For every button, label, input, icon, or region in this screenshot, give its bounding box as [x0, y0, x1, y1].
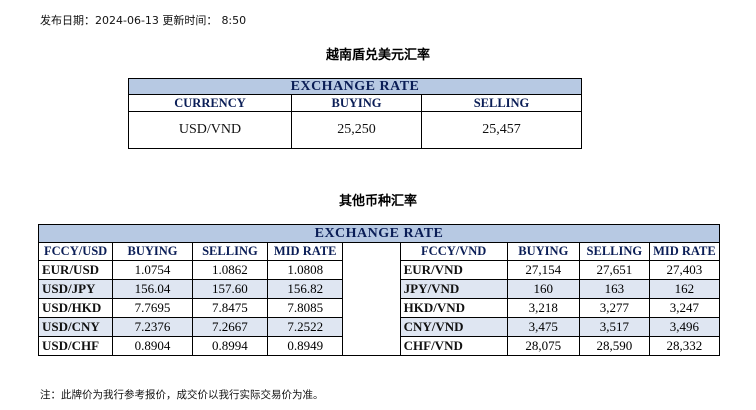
- column-header-currency: CURRENCY: [128, 94, 292, 112]
- currency-cell: USD/VND: [128, 111, 292, 149]
- column-header-mid-rate: MID RATE: [648, 242, 721, 261]
- column-header-mid-rate: MID RATE: [267, 242, 344, 261]
- spacer-cell: [342, 317, 401, 337]
- pair-cell: USD/JPY: [37, 279, 114, 299]
- buying-cell: 27,154: [506, 260, 580, 280]
- buying-cell: 3,475: [506, 317, 580, 337]
- vnd-rate-table: EXCHANGE RATE CURRENCY BUYING SELLING US…: [127, 78, 583, 149]
- table-row: USD/CHF 0.8904 0.8994 0.8949 CHF/VND 28,…: [37, 336, 721, 356]
- column-header-buying: BUYING: [291, 94, 422, 112]
- pair-cell: USD/HKD: [37, 298, 114, 318]
- buying-cell: 0.8904: [112, 336, 193, 356]
- pair-cell: EUR/VND: [399, 260, 508, 280]
- disclaimer-note: 注：此牌价为我行参考报价，成交价以我行实际交易价为准。: [40, 389, 324, 401]
- buying-cell: 28,075: [506, 336, 580, 356]
- selling-cell: 27,651: [578, 260, 650, 280]
- pair-cell: JPY/VND: [399, 279, 508, 299]
- column-header-selling: SELLING: [578, 242, 650, 261]
- spacer-cell: [342, 298, 401, 318]
- publish-info: 发布日期：2024-06-13 更新时间： 8:50: [40, 12, 246, 28]
- mid-rate-cell: 3,496: [648, 317, 721, 337]
- buying-cell: 160: [506, 279, 580, 299]
- selling-cell: 0.8994: [191, 336, 269, 356]
- spacer-cell: [342, 336, 401, 356]
- pair-cell: CHF/VND: [399, 336, 508, 356]
- mid-rate-cell: 27,403: [648, 260, 721, 280]
- selling-cell: 3,517: [578, 317, 650, 337]
- selling-cell: 25,457: [420, 111, 583, 149]
- pair-cell: USD/CHF: [37, 336, 114, 356]
- column-header-fccy-vnd: FCCY/VND: [399, 242, 508, 261]
- selling-cell: 28,590: [578, 336, 650, 356]
- table-row: USD/JPY 156.04 157.60 156.82 JPY/VND 160…: [37, 279, 721, 299]
- table-title: EXCHANGE RATE: [38, 224, 720, 243]
- mid-rate-cell: 7.2522: [267, 317, 344, 337]
- selling-cell: 3,277: [578, 298, 650, 318]
- column-header-selling: SELLING: [420, 94, 583, 112]
- spacer-cell: [342, 279, 401, 299]
- other-section-title: 其他币种汇率: [338, 194, 417, 209]
- table-title: EXCHANGE RATE: [127, 78, 583, 95]
- pair-cell: EUR/USD: [37, 260, 114, 280]
- table-row: USD/CNY 7.2376 7.2667 7.2522 CNY/VND 3,4…: [37, 317, 721, 337]
- pair-cell: USD/CNY: [37, 317, 114, 337]
- table-row: EUR/USD 1.0754 1.0862 1.0808 EUR/VND 27,…: [37, 260, 721, 280]
- buying-cell: 3,218: [506, 298, 580, 318]
- vnd-section-title: 越南盾兑美元汇率: [325, 48, 430, 63]
- buying-cell: 1.0754: [112, 260, 193, 280]
- table-row: USD/HKD 7.7695 7.8475 7.8085 HKD/VND 3,2…: [37, 298, 721, 318]
- spacer-cell: [342, 242, 401, 261]
- mid-rate-cell: 28,332: [648, 336, 721, 356]
- column-header-fccy-usd: FCCY/USD: [37, 242, 114, 261]
- update-time: 8:50: [221, 14, 247, 27]
- mid-rate-cell: 7.8085: [267, 298, 344, 318]
- buying-cell: 7.7695: [112, 298, 193, 318]
- spacer-cell: [342, 260, 401, 280]
- selling-cell: 1.0862: [191, 260, 269, 280]
- pair-cell: HKD/VND: [399, 298, 508, 318]
- selling-cell: 7.8475: [191, 298, 269, 318]
- buying-cell: 156.04: [112, 279, 193, 299]
- pair-cell: CNY/VND: [399, 317, 508, 337]
- selling-cell: 7.2667: [191, 317, 269, 337]
- mid-rate-cell: 1.0808: [267, 260, 344, 280]
- mid-rate-cell: 162: [648, 279, 721, 299]
- other-rate-table: EXCHANGE RATE FCCY/USD BUYING SELLING MI…: [37, 224, 721, 356]
- publish-date-label: 发布日期：2024-06-13 更新时间：: [40, 14, 218, 27]
- selling-cell: 157.60: [191, 279, 269, 299]
- buying-cell: 25,250: [291, 111, 422, 149]
- column-header-selling: SELLING: [191, 242, 269, 261]
- column-header-buying: BUYING: [506, 242, 580, 261]
- column-header-buying: BUYING: [112, 242, 193, 261]
- table-row: USD/VND 25,250 25,457: [128, 111, 583, 149]
- mid-rate-cell: 156.82: [267, 279, 344, 299]
- mid-rate-cell: 3,247: [648, 298, 721, 318]
- selling-cell: 163: [578, 279, 650, 299]
- buying-cell: 7.2376: [112, 317, 193, 337]
- mid-rate-cell: 0.8949: [267, 336, 344, 356]
